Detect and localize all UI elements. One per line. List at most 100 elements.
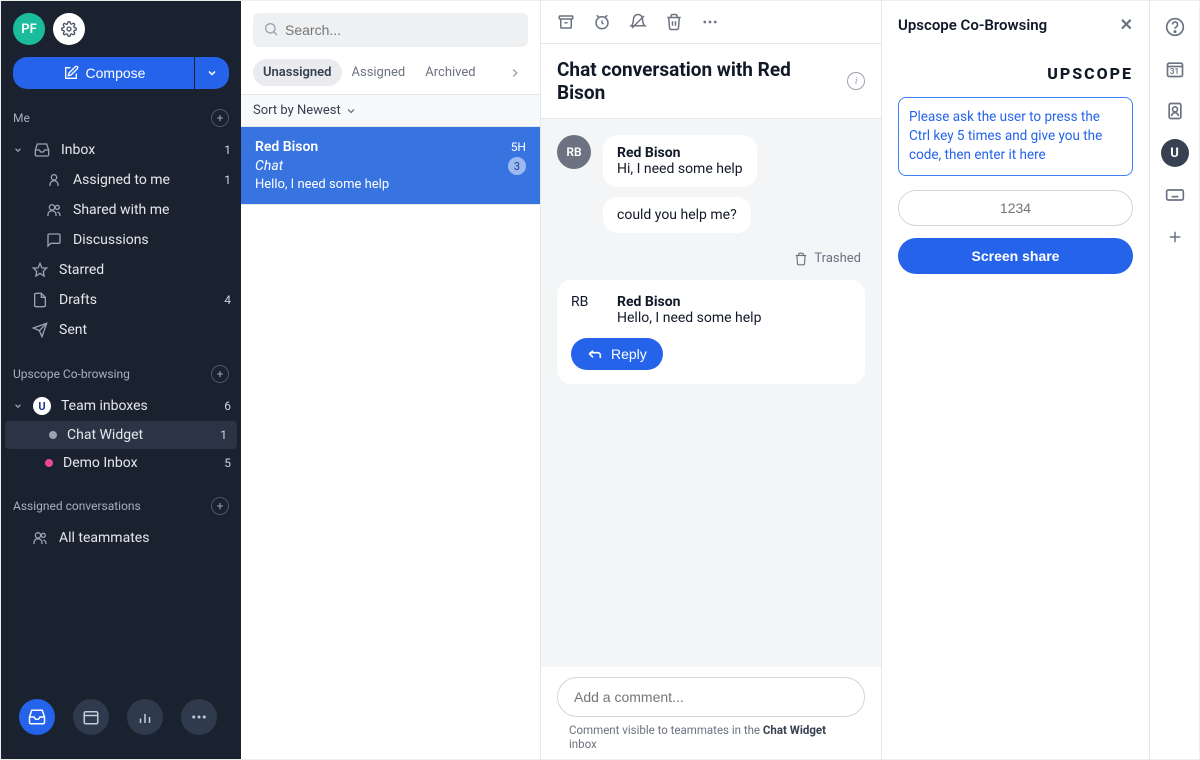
section-title-cobrowse: Upscope Co-browsing (13, 367, 130, 381)
message-text: Hi, I need some help (617, 161, 743, 177)
archive-button[interactable] (557, 13, 575, 31)
reply-icon (587, 346, 603, 362)
bar-chart-icon (136, 708, 154, 726)
nav-assigned-to-me[interactable]: Assigned to me 1 (1, 165, 241, 195)
inbox-icon (28, 708, 46, 726)
calendar-icon (82, 708, 100, 726)
left-sidebar: PF Compose Me + (1, 1, 241, 759)
nav-count: 1 (224, 173, 231, 187)
mute-button[interactable] (629, 13, 647, 31)
user-icon (45, 171, 63, 189)
nav-label: Drafts (59, 292, 97, 308)
compose-button[interactable]: Compose (13, 57, 194, 89)
bottom-calendar-button[interactable] (73, 699, 109, 735)
nav-shared-with-me[interactable]: Shared with me (1, 195, 241, 225)
reply-label: Reply (611, 346, 647, 362)
add-assigned-button[interactable]: + (211, 497, 229, 515)
add-cobrowse-button[interactable]: + (211, 365, 229, 383)
chevron-down-icon (206, 67, 218, 79)
user-avatar[interactable]: PF (13, 13, 45, 45)
message-sender: Red Bison (617, 145, 743, 161)
close-button[interactable]: ✕ (1120, 15, 1133, 34)
rail-contacts-button[interactable] (1161, 97, 1189, 125)
conv-unread-badge: 3 (508, 157, 526, 175)
reply-button[interactable]: Reply (571, 338, 663, 370)
trashed-label: Trashed (814, 251, 861, 266)
help-button[interactable] (1161, 13, 1189, 41)
conv-preview: Hello, I need some help (255, 177, 526, 192)
comment-input[interactable] (557, 677, 865, 717)
bottom-inbox-button[interactable] (19, 699, 55, 735)
screen-share-button[interactable]: Screen share (898, 238, 1133, 274)
conversation-title: Chat conversation with Red Bison (557, 58, 839, 104)
nav-label: Shared with me (73, 202, 169, 218)
compose-menu-button[interactable] (195, 57, 229, 89)
rail-calendar-button[interactable]: 31 (1161, 55, 1189, 83)
rail-keyboard-button[interactable] (1161, 181, 1189, 209)
nav-team-inboxes[interactable]: U Team inboxes 6 (1, 391, 241, 421)
upscope-code-input[interactable] (898, 190, 1133, 226)
nav-discussions[interactable]: Discussions (1, 225, 241, 255)
nav-starred[interactable]: Starred (1, 255, 241, 285)
chat-icon (45, 231, 63, 249)
message-text: could you help me? (603, 197, 751, 233)
keyboard-icon (1165, 185, 1185, 205)
upscope-panel: Upscope Co-Browsing ✕ UPSCOPE Please ask… (881, 1, 1149, 759)
upscope-badge-icon: U (33, 397, 51, 415)
rail-add-button[interactable] (1161, 223, 1189, 251)
conv-name: Red Bison (255, 139, 318, 155)
upscope-title: Upscope Co-Browsing (898, 16, 1047, 34)
inbox-icon (33, 141, 51, 159)
message-sender: Red Bison (617, 294, 761, 310)
nav-sent[interactable]: Sent (1, 315, 241, 345)
bottom-more-button[interactable] (181, 699, 217, 735)
comment-visibility-hint: Comment visible to teammates in the Chat… (557, 717, 865, 759)
trash-icon (794, 252, 808, 266)
users-icon (31, 529, 49, 547)
add-me-button[interactable]: + (211, 109, 229, 127)
sort-label: Sort by Newest (253, 103, 341, 118)
message-avatar: RB (571, 294, 605, 326)
trash-button[interactable] (665, 13, 683, 31)
nav-count: 1 (220, 428, 227, 442)
upscope-icon: U (1170, 146, 1179, 161)
snooze-button[interactable] (593, 13, 611, 31)
search-input[interactable] (253, 13, 528, 47)
search-icon (263, 21, 279, 37)
section-header-me: Me + (1, 101, 241, 135)
nav-demo-inbox[interactable]: Demo Inbox 5 (1, 449, 241, 477)
section-header-cobrowse: Upscope Co-browsing + (1, 357, 241, 391)
tab-assigned[interactable]: Assigned (342, 59, 416, 86)
nav-all-teammates[interactable]: All teammates (1, 523, 241, 553)
info-icon[interactable]: i (847, 72, 865, 90)
chevron-down-icon (13, 401, 23, 411)
bottom-analytics-button[interactable] (127, 699, 163, 735)
star-icon (31, 261, 49, 279)
chevron-down-icon (345, 105, 357, 117)
nav-inbox[interactable]: Inbox 1 (1, 135, 241, 165)
close-icon: ✕ (1120, 15, 1133, 34)
plus-icon (1166, 228, 1184, 246)
more-button[interactable] (701, 13, 719, 31)
nav-label: All teammates (59, 530, 149, 546)
rail-upscope-button[interactable]: U (1161, 139, 1189, 167)
tab-unassigned[interactable]: Unassigned (253, 59, 342, 86)
calendar-icon: 31 (1165, 59, 1185, 79)
nav-label: Starred (59, 262, 104, 278)
file-icon (31, 291, 49, 309)
chevron-down-icon (13, 145, 23, 155)
help-icon (1165, 17, 1185, 37)
upscope-instruction: Please ask the user to press the Ctrl ke… (898, 97, 1133, 176)
settings-button[interactable] (53, 13, 85, 45)
tab-archived[interactable]: Archived (415, 59, 485, 86)
nav-drafts[interactable]: Drafts 4 (1, 285, 241, 315)
tabs-scroll-right[interactable] (502, 60, 528, 86)
sort-dropdown[interactable]: Sort by Newest (241, 95, 540, 127)
message-avatar: RB (557, 135, 591, 169)
conversation-list-pane: Unassigned Assigned Archived Sort by New… (241, 1, 541, 759)
conv-time: 5H (511, 140, 526, 154)
nav-chat-widget[interactable]: Chat Widget 1 (5, 421, 237, 449)
nav-count: 1 (224, 143, 231, 157)
conversation-item[interactable]: Red Bison 5H Chat 3 Hello, I need some h… (241, 127, 540, 205)
nav-count: 6 (224, 399, 231, 413)
